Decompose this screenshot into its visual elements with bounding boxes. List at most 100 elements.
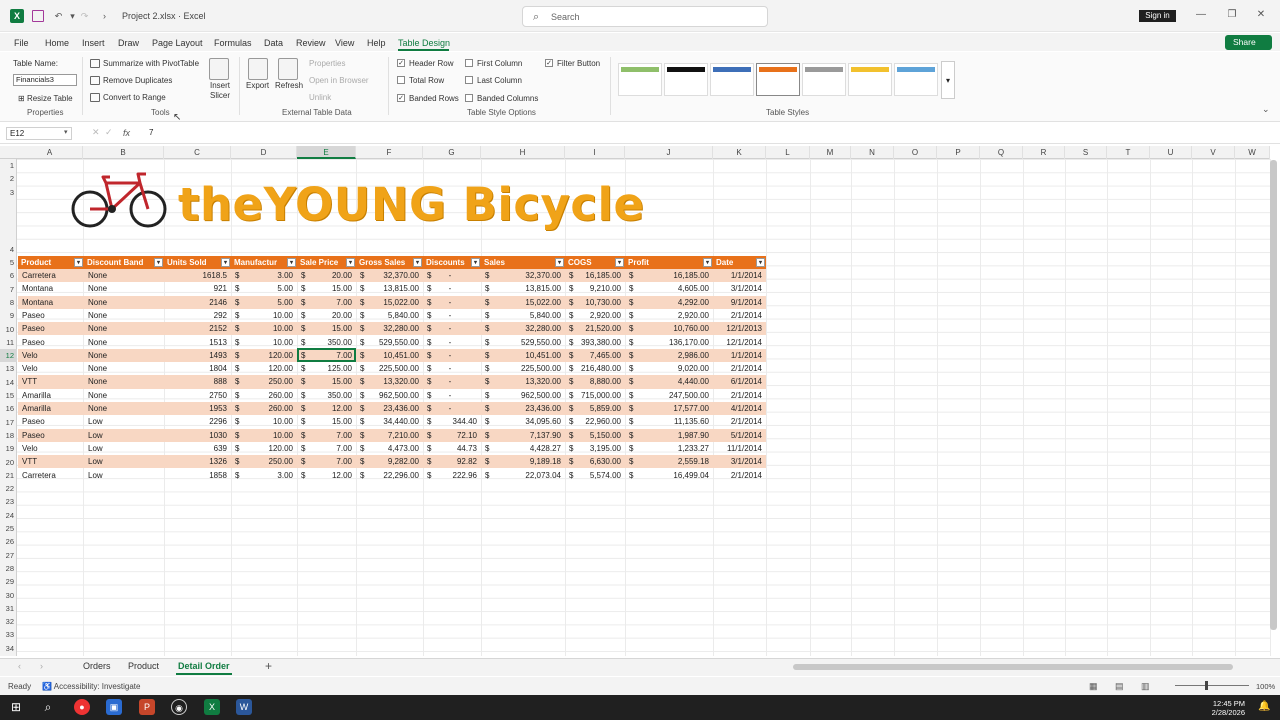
table-cell[interactable]: 7,210.00 <box>356 429 423 442</box>
table-cell[interactable]: Paseo <box>18 322 84 335</box>
table-cell[interactable]: 393,380.00 <box>565 336 625 349</box>
row-header[interactable]: 27 <box>0 549 17 562</box>
redo-icon[interactable]: ↷ <box>78 10 91 22</box>
table-cell[interactable]: 2/1/2014 <box>713 415 766 428</box>
table-cell[interactable]: 1513 <box>164 336 231 349</box>
table-cell[interactable]: 529,550.00 <box>481 336 565 349</box>
table-cell[interactable]: 7.00 <box>297 296 356 309</box>
table-cell[interactable]: 2750 <box>164 389 231 402</box>
sheet-tab-product[interactable]: Product <box>128 661 159 671</box>
banded-rows-checkbox[interactable]: ✓ <box>397 94 405 102</box>
table-cell[interactable]: 1326 <box>164 455 231 468</box>
minimize-icon[interactable]: — <box>1194 8 1208 22</box>
remove-duplicates-button[interactable]: Remove Duplicates <box>103 76 172 85</box>
table-cell[interactable]: 250.00 <box>231 375 297 388</box>
tab-data[interactable]: Data <box>264 38 283 48</box>
table-cell[interactable]: 5,150.00 <box>565 429 625 442</box>
row-header[interactable]: 13 <box>0 362 17 375</box>
table-cell[interactable]: - <box>423 375 481 388</box>
table-cell[interactable]: None <box>84 322 164 335</box>
row-header[interactable]: 28 <box>0 562 17 575</box>
table-cell[interactable]: None <box>84 296 164 309</box>
table-cell[interactable]: VTT <box>18 375 84 388</box>
add-sheet-icon[interactable]: + <box>265 659 272 673</box>
table-cell[interactable]: 3,195.00 <box>565 442 625 455</box>
table-cell[interactable]: 12.00 <box>297 469 356 482</box>
table-cell[interactable]: 120.00 <box>231 349 297 362</box>
sign-in-button[interactable]: Sign in <box>1139 10 1176 22</box>
row-header[interactable]: 10 <box>0 323 17 336</box>
insert-slicer-button[interactable]: Insert Slicer <box>207 81 233 101</box>
function-icon[interactable]: fx <box>123 128 130 138</box>
undo-icon[interactable]: ↶ <box>52 10 65 22</box>
table-cell[interactable]: Paseo <box>18 429 84 442</box>
table-cell[interactable]: Amarilla <box>18 402 84 415</box>
row-header[interactable]: 20 <box>0 456 17 469</box>
column-header[interactable]: I <box>565 146 625 159</box>
chevron-down-icon[interactable]: ▾ <box>64 128 68 136</box>
row-header[interactable]: 6 <box>0 269 17 282</box>
row-header[interactable]: 18 <box>0 429 17 442</box>
table-style-blue[interactable] <box>710 63 754 96</box>
table-cell[interactable]: 12/1/2014 <box>713 336 766 349</box>
table-cell[interactable]: VTT <box>18 455 84 468</box>
table-cell[interactable]: 32,370.00 <box>481 269 565 282</box>
filter-dropdown-icon[interactable]: ▾ <box>154 258 163 267</box>
table-cell[interactable]: 222.96 <box>423 469 481 482</box>
column-header[interactable]: G <box>423 146 481 159</box>
filter-button-checkbox[interactable]: ✓ <box>545 59 553 67</box>
row-header[interactable]: 17 <box>0 416 17 429</box>
row-header[interactable]: 22 <box>0 482 17 495</box>
table-cell[interactable]: 2,920.00 <box>565 309 625 322</box>
table-cell[interactable]: - <box>423 402 481 415</box>
search-box[interactable]: ⌕ Search <box>522 6 768 27</box>
table-cell[interactable]: 2/1/2014 <box>713 362 766 375</box>
row-header[interactable]: 26 <box>0 535 17 548</box>
table-cell[interactable]: 13,815.00 <box>481 282 565 295</box>
filter-dropdown-icon[interactable]: ▾ <box>615 258 624 267</box>
table-cell[interactable]: 5,840.00 <box>356 309 423 322</box>
table-cell[interactable]: 2146 <box>164 296 231 309</box>
table-cell[interactable]: 4/1/2014 <box>713 402 766 415</box>
page-layout-view-icon[interactable]: ▤ <box>1115 681 1124 692</box>
column-header[interactable]: B <box>83 146 164 159</box>
tab-table-design[interactable]: Table Design <box>398 38 450 48</box>
row-header[interactable]: 14 <box>0 376 17 389</box>
horizontal-scrollbar[interactable] <box>793 664 1233 670</box>
filter-dropdown-icon[interactable]: ▾ <box>221 258 230 267</box>
table-cell[interactable]: Low <box>84 415 164 428</box>
table-cell[interactable]: 10.00 <box>231 429 297 442</box>
excel-taskbar-icon[interactable]: X <box>204 699 220 715</box>
zoom-slider[interactable] <box>1175 685 1249 686</box>
column-header[interactable]: O <box>894 146 937 159</box>
restore-icon[interactable]: ❐ <box>1225 8 1239 22</box>
table-cell[interactable]: Low <box>84 429 164 442</box>
table-cell[interactable]: None <box>84 349 164 362</box>
accessibility-status[interactable]: ♿ Accessibility: Investigate <box>42 682 140 691</box>
app-icon[interactable]: ▣ <box>106 699 122 715</box>
row-header[interactable]: 16 <box>0 402 17 415</box>
sheet-tab-orders[interactable]: Orders <box>83 661 111 671</box>
table-cell[interactable]: - <box>423 296 481 309</box>
cancel-icon[interactable]: ✕ <box>92 127 100 138</box>
table-cell[interactable]: 44.73 <box>423 442 481 455</box>
table-cell[interactable]: 3/1/2014 <box>713 282 766 295</box>
table-cell[interactable]: 7,137.90 <box>481 429 565 442</box>
table-cell[interactable]: 3.00 <box>231 269 297 282</box>
table-cell[interactable]: 5,840.00 <box>481 309 565 322</box>
table-cell[interactable]: 2/1/2014 <box>713 469 766 482</box>
column-header[interactable]: U <box>1150 146 1192 159</box>
table-cell[interactable]: Paseo <box>18 309 84 322</box>
resize-table-button[interactable]: ⊞ Resize Table <box>18 94 73 103</box>
table-cell[interactable]: None <box>84 336 164 349</box>
table-cell[interactable]: 120.00 <box>231 362 297 375</box>
table-cell[interactable]: 125.00 <box>297 362 356 375</box>
table-cell[interactable]: 5/1/2014 <box>713 429 766 442</box>
table-cell[interactable]: 2,559.18 <box>625 455 713 468</box>
table-cell[interactable]: 10.00 <box>231 309 297 322</box>
table-cell[interactable]: None <box>84 269 164 282</box>
table-cell[interactable]: None <box>84 402 164 415</box>
clock-date[interactable]: 2/28/2026 <box>1195 708 1245 717</box>
column-header[interactable]: E <box>297 146 356 159</box>
row-header[interactable]: 2 <box>0 172 17 185</box>
